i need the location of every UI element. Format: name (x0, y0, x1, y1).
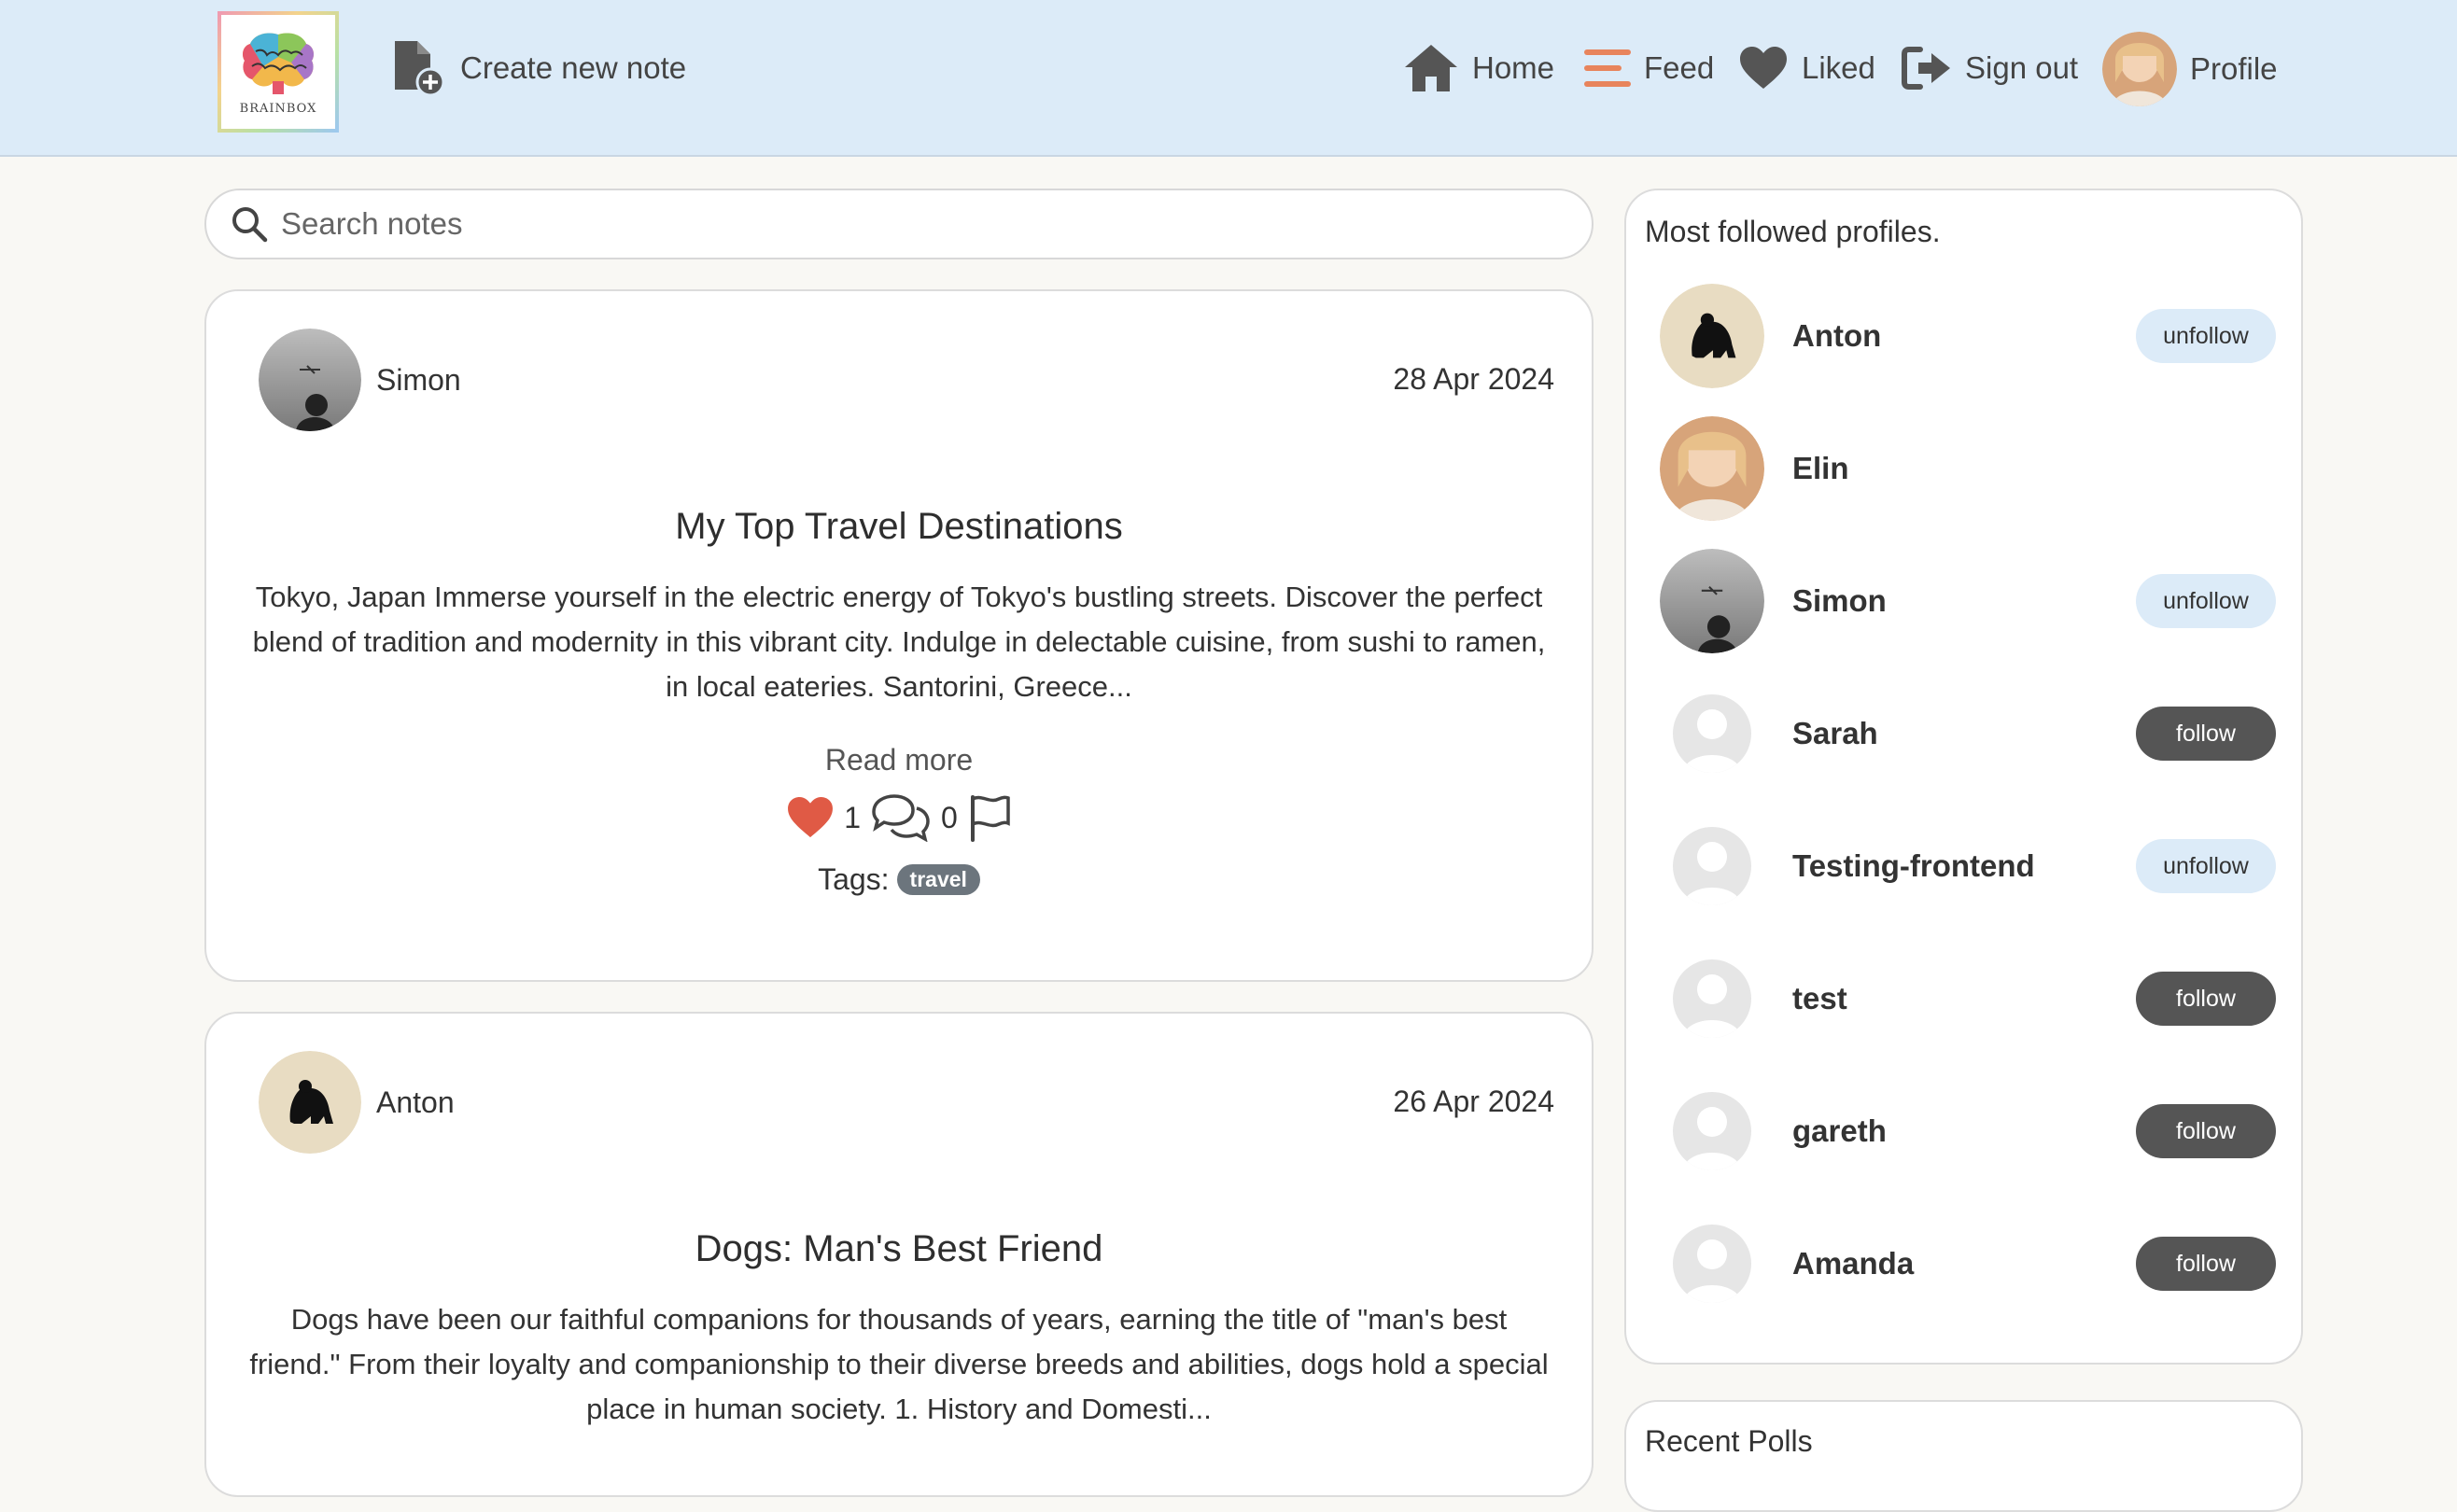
default-avatar-icon (1673, 827, 1751, 905)
search-bar[interactable] (204, 189, 1594, 259)
note-date: 26 Apr 2024 (1393, 1085, 1554, 1118)
follow-button[interactable]: follow (2136, 1237, 2276, 1291)
note-title[interactable]: Dogs: Man's Best Friend (206, 1228, 1592, 1270)
tag-badge[interactable]: travel (896, 864, 980, 895)
follow-button[interactable]: follow (2136, 707, 2276, 761)
follow-button[interactable]: follow (2136, 972, 2276, 1026)
profile-row[interactable]: Testing-frontend unfollow (1660, 814, 2276, 918)
note-author-name: Simon (376, 362, 461, 397)
nav-feed[interactable]: Feed (1584, 39, 1714, 97)
avatar (259, 329, 361, 431)
brainbox-logo[interactable]: BRAINBOX (218, 11, 339, 133)
profile-name[interactable]: Elin (1792, 451, 1849, 486)
read-more-link[interactable]: Read more (206, 743, 1592, 777)
nav-home-label: Home (1472, 50, 1555, 85)
create-note-link[interactable]: Create new note (389, 39, 686, 97)
avatar (259, 1051, 361, 1154)
logo-text: BRAINBOX (239, 101, 317, 116)
likes-count: 1 (844, 800, 861, 834)
flag-icon[interactable] (967, 793, 1012, 842)
avatar (1660, 284, 1764, 388)
note-author-name: Anton (376, 1085, 455, 1119)
note-card: Simon 28 Apr 2024 My Top Travel Destinat… (204, 289, 1594, 982)
nav-feed-label: Feed (1644, 50, 1715, 85)
comments-count: 0 (941, 800, 958, 834)
avatar (1660, 549, 1764, 653)
heart-icon[interactable] (786, 796, 835, 839)
avatar (1660, 416, 1764, 521)
navbar: BRAINBOX Create new note Home Feed Liked (0, 0, 2457, 157)
most-followed-panel: Most followed profiles. Anton unfollow E… (1624, 189, 2303, 1365)
nav-home[interactable]: Home (1403, 39, 1554, 97)
profile-name[interactable]: Sarah (1792, 716, 1878, 751)
nav-sign-out-label: Sign out (1965, 50, 2079, 85)
note-stats: 1 0 (206, 793, 1592, 842)
unfollow-button[interactable]: unfollow (2136, 839, 2276, 893)
note-excerpt: Tokyo, Japan Immerse yourself in the ele… (252, 581, 1546, 703)
note-author[interactable]: Simon (259, 329, 461, 431)
search-icon (232, 207, 268, 243)
profile-name[interactable]: Amanda (1792, 1246, 1914, 1281)
nav-profile-label: Profile (2190, 51, 2278, 86)
profile-name[interactable]: test (1792, 981, 1847, 1016)
profile-name[interactable]: gareth (1792, 1113, 1887, 1149)
nav-sign-out[interactable]: Sign out (1902, 39, 2078, 97)
default-avatar-icon (1673, 959, 1751, 1038)
home-icon (1405, 45, 1457, 91)
recent-polls-heading: Recent Polls (1645, 1424, 1813, 1458)
default-avatar-icon (1673, 1225, 1751, 1303)
unfollow-button[interactable]: unfollow (2136, 309, 2276, 363)
profile-row[interactable]: Anton unfollow (1660, 284, 2276, 388)
bars-icon (1584, 49, 1631, 87)
profile-name[interactable]: Testing-frontend (1792, 848, 2035, 884)
note-excerpt: Dogs have been our faithful companions f… (249, 1303, 1549, 1425)
note-date: 28 Apr 2024 (1393, 362, 1554, 396)
nav-liked[interactable]: Liked (1738, 39, 1875, 97)
comments-icon[interactable] (870, 793, 932, 842)
file-plus-icon (395, 41, 445, 97)
note-author[interactable]: Anton (259, 1051, 455, 1154)
sign-out-icon (1902, 47, 1950, 90)
profile-row[interactable]: Simon unfollow (1660, 549, 2276, 653)
avatar (2102, 32, 2177, 106)
panel-heading: Most followed profiles. (1645, 215, 1941, 248)
note-title[interactable]: My Top Travel Destinations (206, 506, 1592, 548)
recent-polls-panel: Recent Polls (1624, 1400, 2303, 1512)
profile-name[interactable]: Anton (1792, 318, 1881, 354)
follow-button[interactable]: follow (2136, 1104, 2276, 1158)
profile-row[interactable]: Amanda follow (1660, 1211, 2276, 1316)
nav-profile[interactable]: Profile (2102, 32, 2278, 106)
nav-liked-label: Liked (1802, 50, 1875, 85)
note-card: Anton 26 Apr 2024 Dogs: Man's Best Frien… (204, 1012, 1594, 1497)
search-input[interactable] (281, 206, 1541, 242)
tags-label: Tags: (818, 862, 890, 896)
profile-row[interactable]: Elin (1660, 416, 2276, 521)
note-tags: Tags: travel (206, 862, 1592, 897)
profile-name[interactable]: Simon (1792, 583, 1887, 619)
default-avatar-icon (1673, 694, 1751, 773)
brain-icon (243, 32, 314, 94)
profile-row[interactable]: gareth follow (1660, 1079, 2276, 1183)
profile-row[interactable]: Sarah follow (1660, 681, 2276, 786)
profile-row[interactable]: test follow (1660, 946, 2276, 1051)
heart-icon (1740, 47, 1787, 89)
create-note-label: Create new note (460, 50, 687, 85)
unfollow-button[interactable]: unfollow (2136, 574, 2276, 628)
default-avatar-icon (1673, 1092, 1751, 1170)
